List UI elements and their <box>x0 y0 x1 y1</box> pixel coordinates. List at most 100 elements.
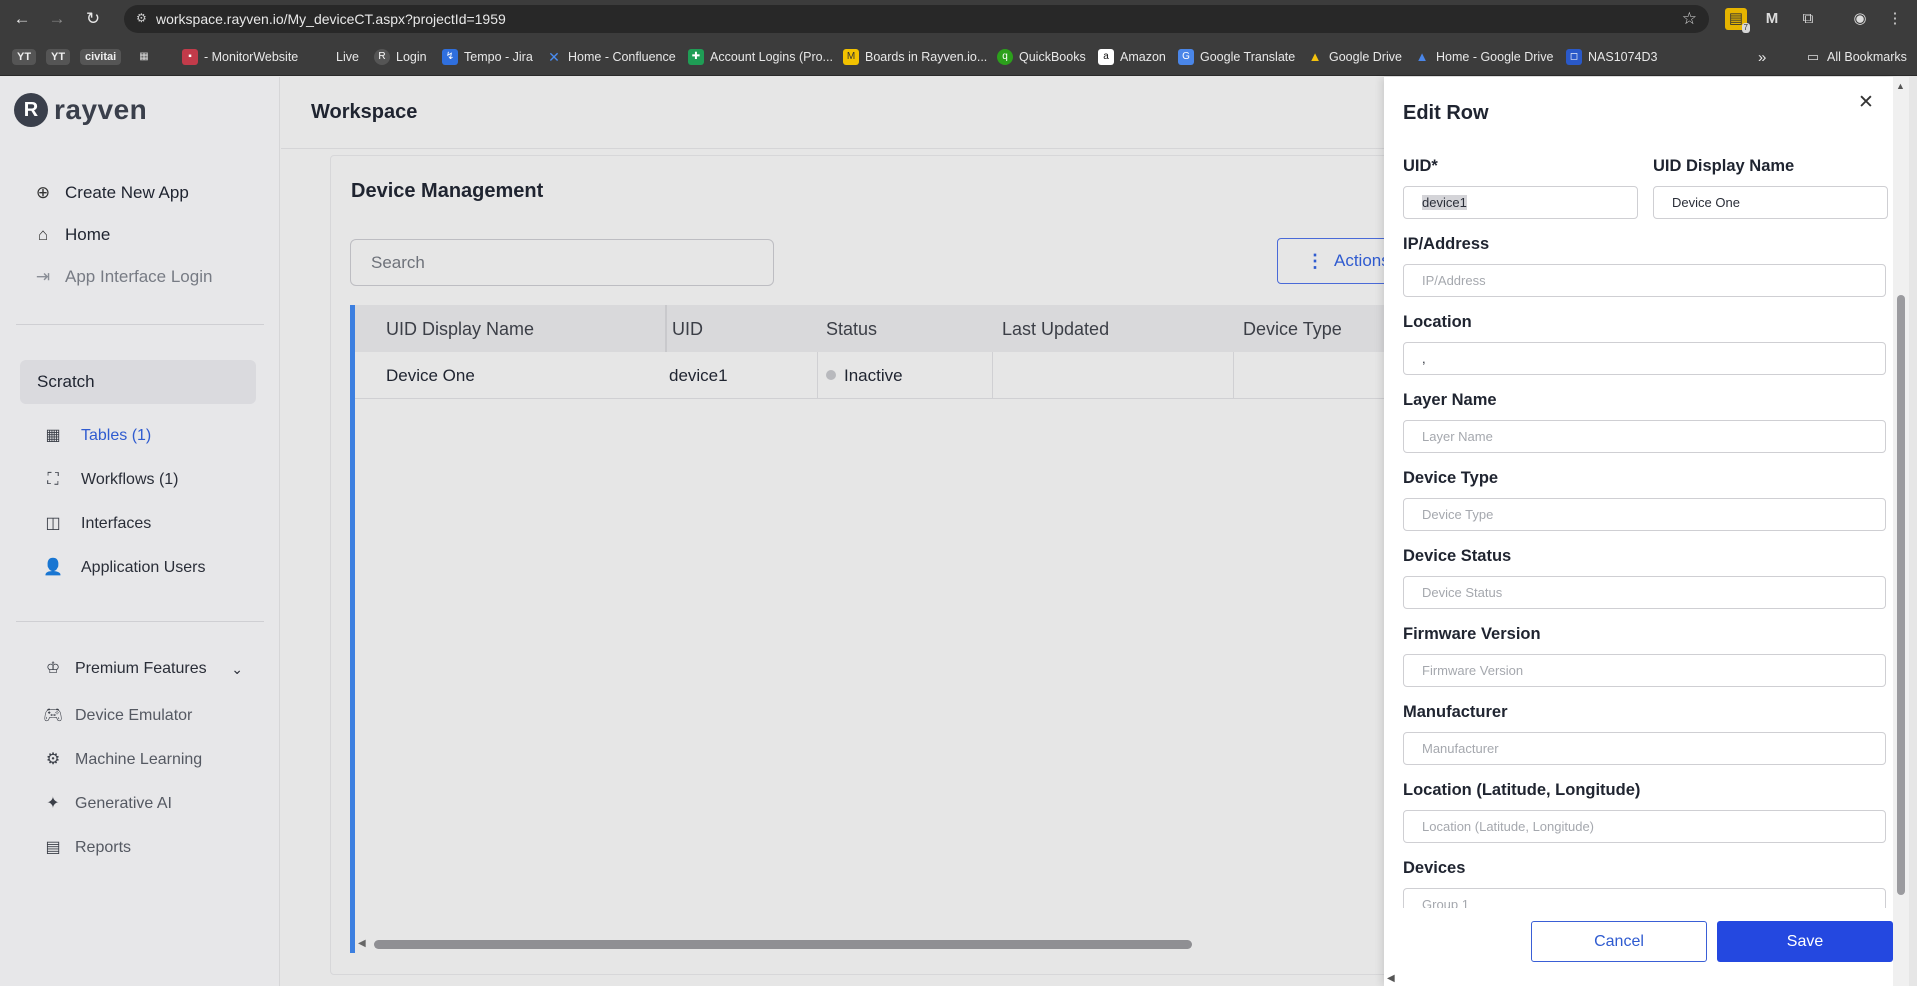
item-label: Workflows (1) <box>81 471 179 488</box>
back-icon[interactable]: ← <box>9 6 35 32</box>
bookmark-home-google-drive[interactable]: ▲ Home - Google Drive <box>1414 47 1554 67</box>
premium-item-machine-learning[interactable]: ⚙ Machine Learning <box>43 750 202 770</box>
device-status-label: Device Status <box>1403 547 1512 565</box>
sidebar-item-interfaces[interactable]: ◫ Interfaces <box>43 514 151 534</box>
extensions-puzzle-icon[interactable]: ⧉ <box>1797 8 1819 30</box>
bookmark-account-logins[interactable]: ✚ Account Logins (Pro... <box>688 47 833 67</box>
status-text: Inactive <box>844 366 903 385</box>
close-icon[interactable]: ✕ <box>1856 93 1876 113</box>
premium-item-generative-ai[interactable]: ✦ Generative AI <box>43 794 172 814</box>
sheets-icon: ✚ <box>688 49 704 65</box>
uid-display-name-field[interactable]: Device One <box>1653 186 1888 219</box>
device-type-field[interactable]: Device Type <box>1403 498 1886 531</box>
url-text[interactable]: workspace.rayven.io/My_deviceCT.aspx?pro… <box>156 11 506 27</box>
rayven-logo[interactable]: R rayven <box>14 93 147 127</box>
edit-row-panel: Edit Row ✕ UID* device1 UID Display Name… <box>1384 77 1893 986</box>
ip-address-field[interactable]: IP/Address <box>1403 264 1886 297</box>
profile-icon[interactable]: ◉ <box>1849 8 1871 30</box>
rayven-logo-icon: R <box>14 93 48 127</box>
sidebar-divider <box>16 324 264 325</box>
bookmark-yt-1[interactable]: YT <box>12 47 37 67</box>
column-header-last-updated[interactable]: Last Updated <box>1002 319 1109 340</box>
bookmark-google-drive[interactable]: ▲ Google Drive <box>1307 47 1402 67</box>
address-bar[interactable]: ⚙ workspace.rayven.io/My_deviceCT.aspx?p… <box>124 5 1709 33</box>
main-header: Workspace <box>281 77 1387 149</box>
devices-field[interactable]: Group 1 <box>1403 888 1886 908</box>
uid-field[interactable]: device1 <box>1403 186 1638 219</box>
table-row[interactable]: Device One device1 Inactive <box>355 352 1395 399</box>
reload-icon[interactable]: ↻ <box>80 6 106 32</box>
project-scratch[interactable]: Scratch <box>20 360 256 404</box>
sidebar-item-tables[interactable]: ▦ Tables (1) <box>43 426 151 446</box>
column-header-uid[interactable]: UID <box>672 319 703 340</box>
bookmark-monitorwebsite[interactable]: ▪ - MonitorWebsite <box>182 47 298 67</box>
premium-item-device-emulator[interactable]: 🎮︎ Device Emulator <box>43 706 192 726</box>
home-icon: ⌂ <box>37 225 49 244</box>
page-title: Workspace <box>311 101 418 123</box>
bookmark-nas[interactable]: ◻ NAS1074D3 <box>1566 47 1658 67</box>
column-header-device-type[interactable]: Device Type <box>1243 319 1342 340</box>
bookmark-label: YT <box>12 49 37 65</box>
bookmark-yt-2[interactable]: YT <box>46 47 71 67</box>
menu-kebab-icon[interactable]: ⋮ <box>1884 8 1906 30</box>
panel-scrollbar-thumb[interactable] <box>1897 295 1905 895</box>
lat-long-field[interactable]: Location (Latitude, Longitude) <box>1403 810 1886 843</box>
bookmark-confluence[interactable]: ✕ Home - Confluence <box>546 47 676 67</box>
extension-notes-icon[interactable]: ▤ 7 <box>1725 8 1750 33</box>
bookmark-boards[interactable]: M Boards in Rayven.io... <box>843 47 987 67</box>
bookmark-label: QuickBooks <box>1019 50 1086 64</box>
interface-icon: ◫ <box>45 515 61 532</box>
scroll-left-arrow-icon[interactable]: ◀ <box>1387 973 1395 984</box>
panel-scrollbar[interactable]: ▲ <box>1893 77 1909 986</box>
premium-label: Premium Features <box>75 660 207 677</box>
app-interface-login-link[interactable]: ⇥ App Interface Login <box>33 267 213 287</box>
save-button[interactable]: Save <box>1717 921 1893 962</box>
bookmark-tempo-jira[interactable]: ↯ Tempo - Jira <box>442 47 533 67</box>
link-label: App Interface Login <box>65 267 213 286</box>
firmware-version-field[interactable]: Firmware Version <box>1403 654 1886 687</box>
layer-name-field[interactable]: Layer Name <box>1403 420 1886 453</box>
link-label: Home <box>65 225 111 244</box>
scroll-up-arrow-icon[interactable]: ▲ <box>1896 81 1905 91</box>
bookmark-amazon[interactable]: a Amazon <box>1098 47 1166 67</box>
bookmark-quickbooks[interactable]: q QuickBooks <box>997 47 1086 67</box>
home-link[interactable]: ⌂ Home <box>33 225 111 245</box>
bookmark-label: Google Translate <box>1200 50 1296 64</box>
premium-item-reports[interactable]: ▤ Reports <box>43 838 131 858</box>
tempo-icon: ↯ <box>442 49 458 65</box>
column-header-uid-display-name[interactable]: UID Display Name <box>386 319 534 340</box>
rayven-icon: R <box>374 49 390 65</box>
sidebar-divider <box>16 621 264 622</box>
actions-button[interactable]: ⋮ Actions <box>1277 238 1397 284</box>
drive-icon: ▲ <box>1415 49 1429 64</box>
firmware-version-label: Firmware Version <box>1403 625 1541 643</box>
bookmark-live[interactable]: Live <box>336 47 359 67</box>
nas-icon: ◻ <box>1566 49 1582 65</box>
bookmark-login[interactable]: R Login <box>374 47 427 67</box>
site-info-icon[interactable]: ⚙ <box>136 11 150 25</box>
table-horizontal-scrollbar[interactable]: ◀ <box>358 938 1388 950</box>
bookmark-civitai[interactable]: civitai <box>80 47 122 67</box>
sidebar-item-application-users[interactable]: 👤 Application Users <box>43 558 205 578</box>
scroll-left-arrow-icon[interactable]: ◀ <box>358 938 366 949</box>
cancel-button[interactable]: Cancel <box>1531 921 1707 962</box>
scrollbar-thumb[interactable] <box>374 940 1192 949</box>
extension-m-icon[interactable]: M <box>1761 8 1783 30</box>
all-bookmarks[interactable]: ▭ All Bookmarks <box>1805 47 1907 67</box>
item-label: Tables (1) <box>81 427 152 444</box>
location-field[interactable]: , <box>1403 342 1886 375</box>
column-header-status[interactable]: Status <box>826 319 877 340</box>
search-input[interactable]: Search <box>350 239 774 286</box>
bookmark-star-icon[interactable]: ☆ <box>1682 9 1697 29</box>
forward-icon[interactable]: → <box>44 6 70 32</box>
bookmarks-overflow[interactable]: » <box>1758 47 1766 67</box>
bookmark-label: Home - Google Drive <box>1436 50 1554 64</box>
create-new-app-link[interactable]: ⊕ Create New App <box>33 183 189 203</box>
bookmark-label: Live <box>336 50 359 64</box>
sidebar-item-workflows[interactable]: ⛶ Workflows (1) <box>43 470 179 490</box>
manufacturer-field[interactable]: Manufacturer <box>1403 732 1886 765</box>
device-status-field[interactable]: Device Status <box>1403 576 1886 609</box>
apps-grid-icon[interactable]: ▦ <box>136 47 152 67</box>
bookmark-google-translate[interactable]: G Google Translate <box>1178 47 1295 67</box>
premium-features-toggle[interactable]: ♔ Premium Features ⌄ <box>43 659 243 679</box>
